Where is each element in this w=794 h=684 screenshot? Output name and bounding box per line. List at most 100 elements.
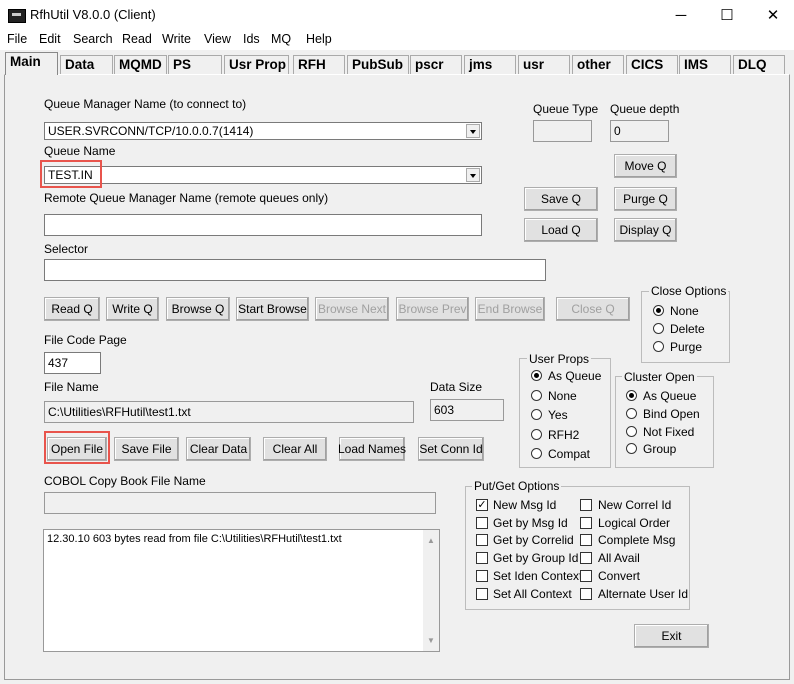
end-browse-button[interactable]: End Browse — [475, 297, 545, 321]
userprops-yes-label: Yes — [548, 408, 568, 422]
cobol-field — [44, 492, 436, 514]
qm-combo[interactable]: USER.SVRCONN/TCP/10.0.0.7(1414) — [44, 122, 482, 140]
complete-msg-checkbox[interactable] — [580, 534, 592, 546]
maximize-button[interactable]: ☐ — [704, 0, 750, 30]
close-none-label: None — [670, 304, 699, 318]
userprops-rfh2-label: RFH2 — [548, 428, 580, 442]
set-conn-id-button[interactable]: Set Conn Id — [418, 437, 484, 461]
complete-msg-label: Complete Msg — [598, 533, 676, 547]
queue-name-combo[interactable]: TEST.IN — [44, 166, 482, 184]
window-title: RfhUtil V8.0.0 (Client) — [30, 7, 156, 22]
userprops-none-label: None — [548, 389, 577, 403]
tab-other[interactable]: other — [572, 55, 624, 74]
display-q-button[interactable]: Display Q — [614, 218, 677, 242]
tab-pscr[interactable]: pscr — [410, 55, 462, 74]
menu-ids[interactable]: Ids — [243, 32, 260, 46]
new-msg-id-checkbox[interactable]: ✓ — [476, 499, 488, 511]
chevron-down-icon[interactable] — [466, 168, 480, 182]
minimize-button[interactable]: ─ — [658, 0, 704, 30]
save-file-button[interactable]: Save File — [114, 437, 179, 461]
new-msg-id-label: New Msg Id — [493, 498, 557, 512]
write-q-button[interactable]: Write Q — [106, 297, 159, 321]
cluster-notfixed-label: Not Fixed — [643, 425, 695, 439]
tab-mqmd[interactable]: MQMD — [114, 55, 167, 74]
tab-usr-prop[interactable]: Usr Prop — [224, 55, 289, 74]
put-get-title: Put/Get Options — [472, 479, 562, 493]
tab-data[interactable]: Data — [60, 55, 113, 74]
get-by-correlid-checkbox[interactable] — [476, 534, 488, 546]
load-names-button[interactable]: Load Names — [338, 437, 406, 461]
close-delete-label: Delete — [670, 322, 705, 336]
alternate-user-id-checkbox[interactable] — [580, 588, 592, 600]
get-by-group-id-checkbox[interactable] — [476, 552, 488, 564]
close-none-radio[interactable] — [653, 305, 664, 316]
convert-checkbox[interactable] — [580, 570, 592, 582]
read-q-button[interactable]: Read Q — [44, 297, 100, 321]
userprops-compat-label: Compat — [548, 447, 591, 461]
tab-rfh[interactable]: RFH — [293, 55, 345, 74]
cluster-notfixed-radio[interactable] — [626, 426, 637, 437]
set-iden-context-checkbox[interactable] — [476, 570, 488, 582]
menu-mq[interactable]: MQ — [271, 32, 291, 46]
menu-edit[interactable]: Edit — [39, 32, 61, 46]
menu-search[interactable]: Search — [73, 32, 113, 46]
tab-ps[interactable]: PS — [168, 55, 222, 74]
menu-view[interactable]: View — [204, 32, 231, 46]
purge-q-button[interactable]: Purge Q — [614, 187, 677, 211]
cobol-label: COBOL Copy Book File Name — [44, 474, 206, 488]
cluster-asqueue-radio[interactable] — [626, 390, 637, 401]
clear-all-button[interactable]: Clear All — [263, 437, 327, 461]
userprops-compat-radio[interactable] — [531, 448, 542, 459]
tab-usr[interactable]: usr — [518, 55, 570, 74]
scroll-down-icon[interactable]: ▼ — [427, 636, 435, 645]
start-browse-button[interactable]: Start Browse — [236, 297, 309, 321]
close-options-title: Close Options — [649, 284, 729, 298]
userprops-none-radio[interactable] — [531, 390, 542, 401]
log-textarea[interactable]: 12.30.10 603 bytes read from file C:\Uti… — [43, 529, 440, 652]
cluster-group-radio[interactable] — [626, 443, 637, 454]
set-all-context-checkbox[interactable] — [476, 588, 488, 600]
get-by-msg-id-checkbox[interactable] — [476, 517, 488, 529]
tab-cics[interactable]: CICS — [626, 55, 678, 74]
userprops-yes-radio[interactable] — [531, 409, 542, 420]
load-q-button[interactable]: Load Q — [524, 218, 598, 242]
clear-data-button[interactable]: Clear Data — [186, 437, 251, 461]
move-q-button[interactable]: Move Q — [614, 154, 677, 178]
file-name-label: File Name — [44, 380, 99, 394]
close-purge-radio[interactable] — [653, 341, 664, 352]
tab-main[interactable]: Main — [5, 52, 58, 75]
userprops-rfh2-radio[interactable] — [531, 429, 542, 440]
menu-help[interactable]: Help — [306, 32, 332, 46]
menu-write[interactable]: Write — [162, 32, 191, 46]
tab-jms[interactable]: jms — [464, 55, 516, 74]
menu-file[interactable]: File — [7, 32, 27, 46]
all-avail-checkbox[interactable] — [580, 552, 592, 564]
queue-depth-label: Queue depth — [610, 102, 680, 116]
exit-button[interactable]: Exit — [634, 624, 709, 648]
tab-dlq[interactable]: DLQ — [733, 55, 785, 74]
convert-label: Convert — [598, 569, 641, 583]
remote-qm-input[interactable] — [44, 214, 482, 236]
file-code-page-input[interactable]: 437 — [44, 352, 101, 374]
close-button[interactable]: ✕ — [750, 0, 794, 30]
selector-input[interactable] — [44, 259, 546, 281]
cluster-bindopen-radio[interactable] — [626, 408, 637, 419]
scroll-up-icon[interactable]: ▲ — [427, 536, 435, 545]
cluster-group-label: Group — [643, 442, 677, 456]
log-scrollbar[interactable]: ▲ ▼ — [423, 530, 439, 651]
close-q-button[interactable]: Close Q — [556, 297, 630, 321]
close-purge-label: Purge — [670, 340, 703, 354]
userprops-asqueue-radio[interactable] — [531, 370, 542, 381]
logical-order-checkbox[interactable] — [580, 517, 592, 529]
chevron-down-icon[interactable] — [466, 124, 480, 138]
tab-ims[interactable]: IMS — [679, 55, 731, 74]
new-correl-id-checkbox[interactable] — [580, 499, 592, 511]
browse-q-button[interactable]: Browse Q — [166, 297, 230, 321]
app-icon — [8, 9, 26, 23]
tab-pubsub[interactable]: PubSub — [347, 55, 409, 74]
browse-next-button[interactable]: Browse Next — [315, 297, 389, 321]
menu-read[interactable]: Read — [122, 32, 152, 46]
save-q-button[interactable]: Save Q — [524, 187, 598, 211]
close-delete-radio[interactable] — [653, 323, 664, 334]
browse-prev-button[interactable]: Browse Prev — [396, 297, 469, 321]
